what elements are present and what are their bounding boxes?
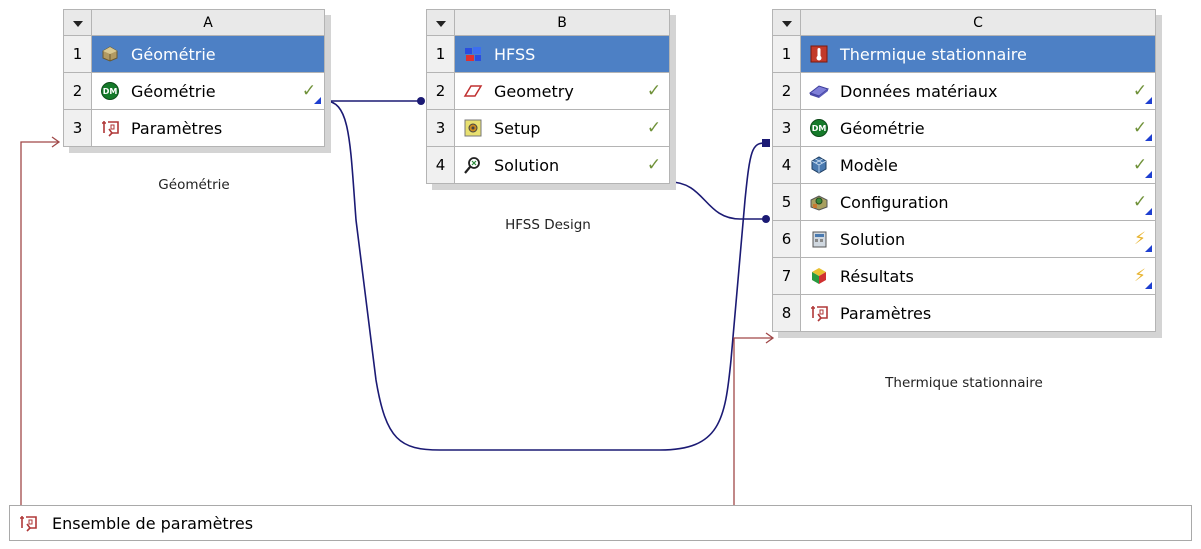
system-c: C 1 Thermique stationnaire 2 Données mat…: [772, 9, 1156, 332]
system-letter: A: [91, 9, 325, 36]
parameters-icon: [809, 303, 829, 323]
check-icon: ✓: [646, 155, 662, 175]
design-modeler-icon: DM: [809, 118, 829, 138]
cell-geometry[interactable]: DM Géométrie ✓: [800, 109, 1156, 147]
system-letter: C: [800, 9, 1156, 36]
setup-icon: [463, 118, 483, 138]
system-menu-button[interactable]: [772, 9, 801, 36]
cell-solution[interactable]: Solution ✓: [454, 146, 670, 184]
corner-marker-icon: [1145, 171, 1152, 178]
cell-hfss-title[interactable]: HFSS: [454, 35, 670, 73]
cell-solution[interactable]: Solution ⚡: [800, 220, 1156, 258]
model-icon: [809, 155, 829, 175]
system-menu-button[interactable]: [63, 9, 92, 36]
geometry-box-icon: [100, 44, 120, 64]
parameters-icon: [18, 513, 38, 533]
solution-icon: [463, 155, 483, 175]
link-b4-c5: [669, 181, 765, 220]
corner-marker-icon: [1145, 97, 1152, 104]
corner-marker-icon: [314, 97, 321, 104]
cell-setup[interactable]: Configuration ✓: [800, 183, 1156, 221]
parameter-set-label: Ensemble de paramètres: [52, 513, 254, 533]
chevron-down-icon: [781, 20, 792, 27]
engineering-data-icon: [809, 81, 829, 101]
chevron-down-icon: [72, 20, 83, 27]
link-dot-b2: [417, 97, 425, 105]
cell-engineering-data[interactable]: Données matériaux ✓: [800, 72, 1156, 110]
parameter-set-bar[interactable]: Ensemble de paramètres: [9, 505, 1192, 541]
solution-icon: [809, 229, 829, 249]
corner-marker-icon: [1145, 208, 1152, 215]
cell-geometry[interactable]: DM Géométrie ✓: [91, 72, 325, 110]
corner-marker-icon: [1145, 282, 1152, 289]
corner-marker-icon: [1145, 245, 1152, 252]
design-modeler-icon: DM: [100, 81, 120, 101]
link-dot-c5: [762, 215, 770, 223]
system-a-caption[interactable]: Géométrie: [63, 177, 325, 193]
check-icon: ✓: [646, 81, 662, 101]
check-icon: ✓: [646, 118, 662, 138]
cell-results[interactable]: Résultats ⚡: [800, 257, 1156, 295]
cell-thermal-title[interactable]: Thermique stationnaire: [800, 35, 1156, 73]
system-letter: B: [454, 9, 670, 36]
system-a: A 1 Géométrie 2 DM Géométrie ✓ 3 Paramèt…: [63, 9, 325, 147]
param-wire-c8: [733, 337, 772, 505]
results-icon: [809, 266, 829, 286]
system-menu-button[interactable]: [426, 9, 455, 36]
system-b: B 1 HFSS 2 Geometry ✓ 3 Setup ✓ 4 Soluti…: [426, 9, 670, 184]
system-c-caption[interactable]: Thermique stationnaire: [772, 375, 1156, 391]
cell-parameters[interactable]: Paramètres: [91, 109, 325, 147]
cell-geometry-title[interactable]: Géométrie: [91, 35, 325, 73]
parameters-icon: [100, 118, 120, 138]
system-b-caption[interactable]: HFSS Design: [426, 217, 670, 233]
cell-model[interactable]: Modèle ✓: [800, 146, 1156, 184]
geometry-eraser-icon: [463, 81, 483, 101]
cell-setup[interactable]: Setup ✓: [454, 109, 670, 147]
thermal-icon: [809, 44, 829, 64]
cell-geometry[interactable]: Geometry ✓: [454, 72, 670, 110]
setup-icon: [809, 192, 829, 212]
chevron-down-icon: [435, 20, 446, 27]
param-wire-a3: [20, 141, 58, 505]
corner-marker-icon: [1145, 134, 1152, 141]
hfss-icon: [463, 44, 483, 64]
cell-parameters[interactable]: Paramètres: [800, 294, 1156, 332]
link-square-c3: [762, 139, 770, 147]
